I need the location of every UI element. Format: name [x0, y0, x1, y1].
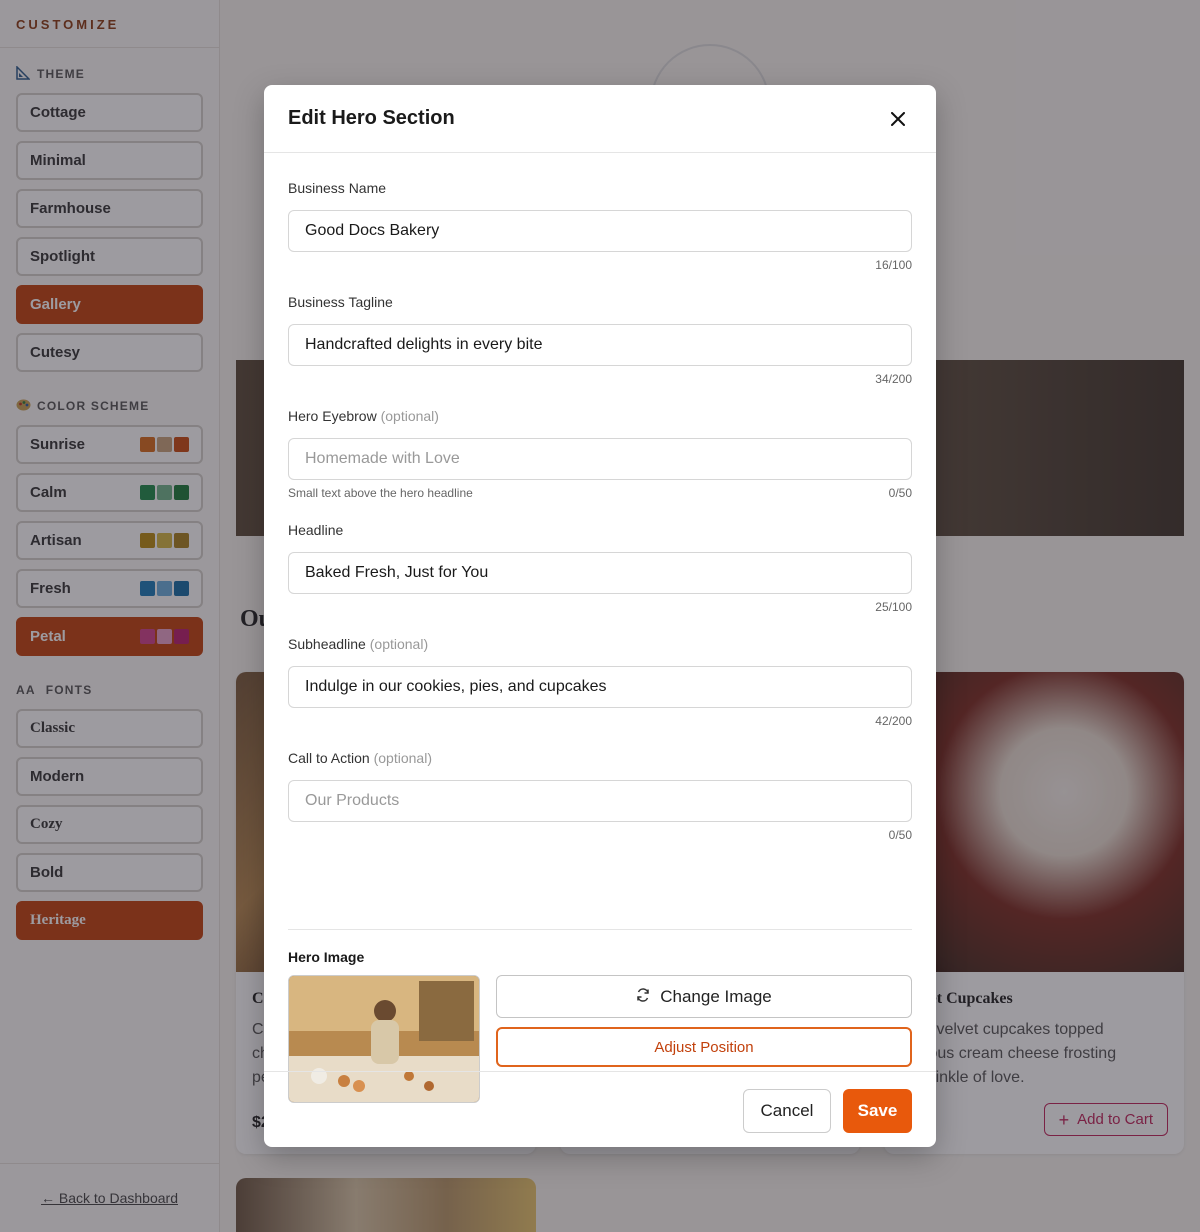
business-tagline-input[interactable]: Handcrafted delights in every bite: [288, 324, 912, 366]
field-meta: 25/100: [288, 600, 912, 614]
field-label: Business Name: [288, 180, 387, 196]
business-name-input[interactable]: Good Docs Bakery: [288, 210, 912, 252]
modal-footer: Cancel Save: [264, 1071, 936, 1147]
cancel-button[interactable]: Cancel: [743, 1089, 831, 1133]
business-name-field: Business Name Good Docs Bakery 16/100: [288, 180, 912, 272]
call-to-action-field: Call to Action (optional) Our Products 0…: [288, 750, 912, 842]
subheadline-field: Subheadline (optional) Indulge in our co…: [288, 636, 912, 728]
char-counter: 25/100: [875, 600, 912, 614]
change-image-button[interactable]: Change Image: [496, 975, 912, 1018]
modal-body: Business Name Good Docs Bakery 16/100 Bu…: [264, 153, 936, 1103]
headline-input[interactable]: Baked Fresh, Just for You: [288, 552, 912, 594]
field-label: Business Tagline: [288, 294, 393, 310]
field-meta: 42/200: [288, 714, 912, 728]
close-icon[interactable]: [884, 105, 912, 133]
field-label: Hero Eyebrow (optional): [288, 408, 439, 424]
adjust-position-button[interactable]: Adjust Position: [496, 1027, 912, 1067]
hero-eyebrow-field: Hero Eyebrow (optional) Homemade with Lo…: [288, 408, 912, 500]
hero-image-label: Hero Image: [288, 949, 365, 965]
char-counter: 0/50: [888, 828, 912, 842]
field-meta: 0/50: [288, 828, 912, 842]
edit-hero-modal: Edit Hero Section Business Name Good Doc…: [264, 85, 936, 1147]
modal-header: Edit Hero Section: [264, 85, 936, 153]
field-meta: 16/100: [288, 258, 912, 272]
field-meta: 34/200: [288, 372, 912, 386]
field-meta: Small text above the hero headline 0/50: [288, 486, 912, 500]
call-to-action-input[interactable]: Our Products: [288, 780, 912, 822]
field-label: Call to Action (optional): [288, 750, 432, 766]
char-counter: 0/50: [888, 486, 912, 500]
field-label: Subheadline (optional): [288, 636, 429, 652]
modal-title: Edit Hero Section: [288, 107, 455, 129]
char-counter: 16/100: [875, 258, 912, 272]
field-hint: Small text above the hero headline: [288, 486, 473, 500]
char-counter: 42/200: [875, 714, 912, 728]
refresh-icon: [636, 987, 650, 1007]
hero-eyebrow-input[interactable]: Homemade with Love: [288, 438, 912, 480]
divider: [288, 929, 912, 930]
field-label: Headline: [288, 522, 344, 538]
business-tagline-field: Business Tagline Handcrafted delights in…: [288, 294, 912, 386]
headline-field: Headline Baked Fresh, Just for You 25/10…: [288, 522, 912, 614]
char-counter: 34/200: [875, 372, 912, 386]
subheadline-input[interactable]: Indulge in our cookies, pies, and cupcak…: [288, 666, 912, 708]
save-button[interactable]: Save: [843, 1089, 912, 1133]
